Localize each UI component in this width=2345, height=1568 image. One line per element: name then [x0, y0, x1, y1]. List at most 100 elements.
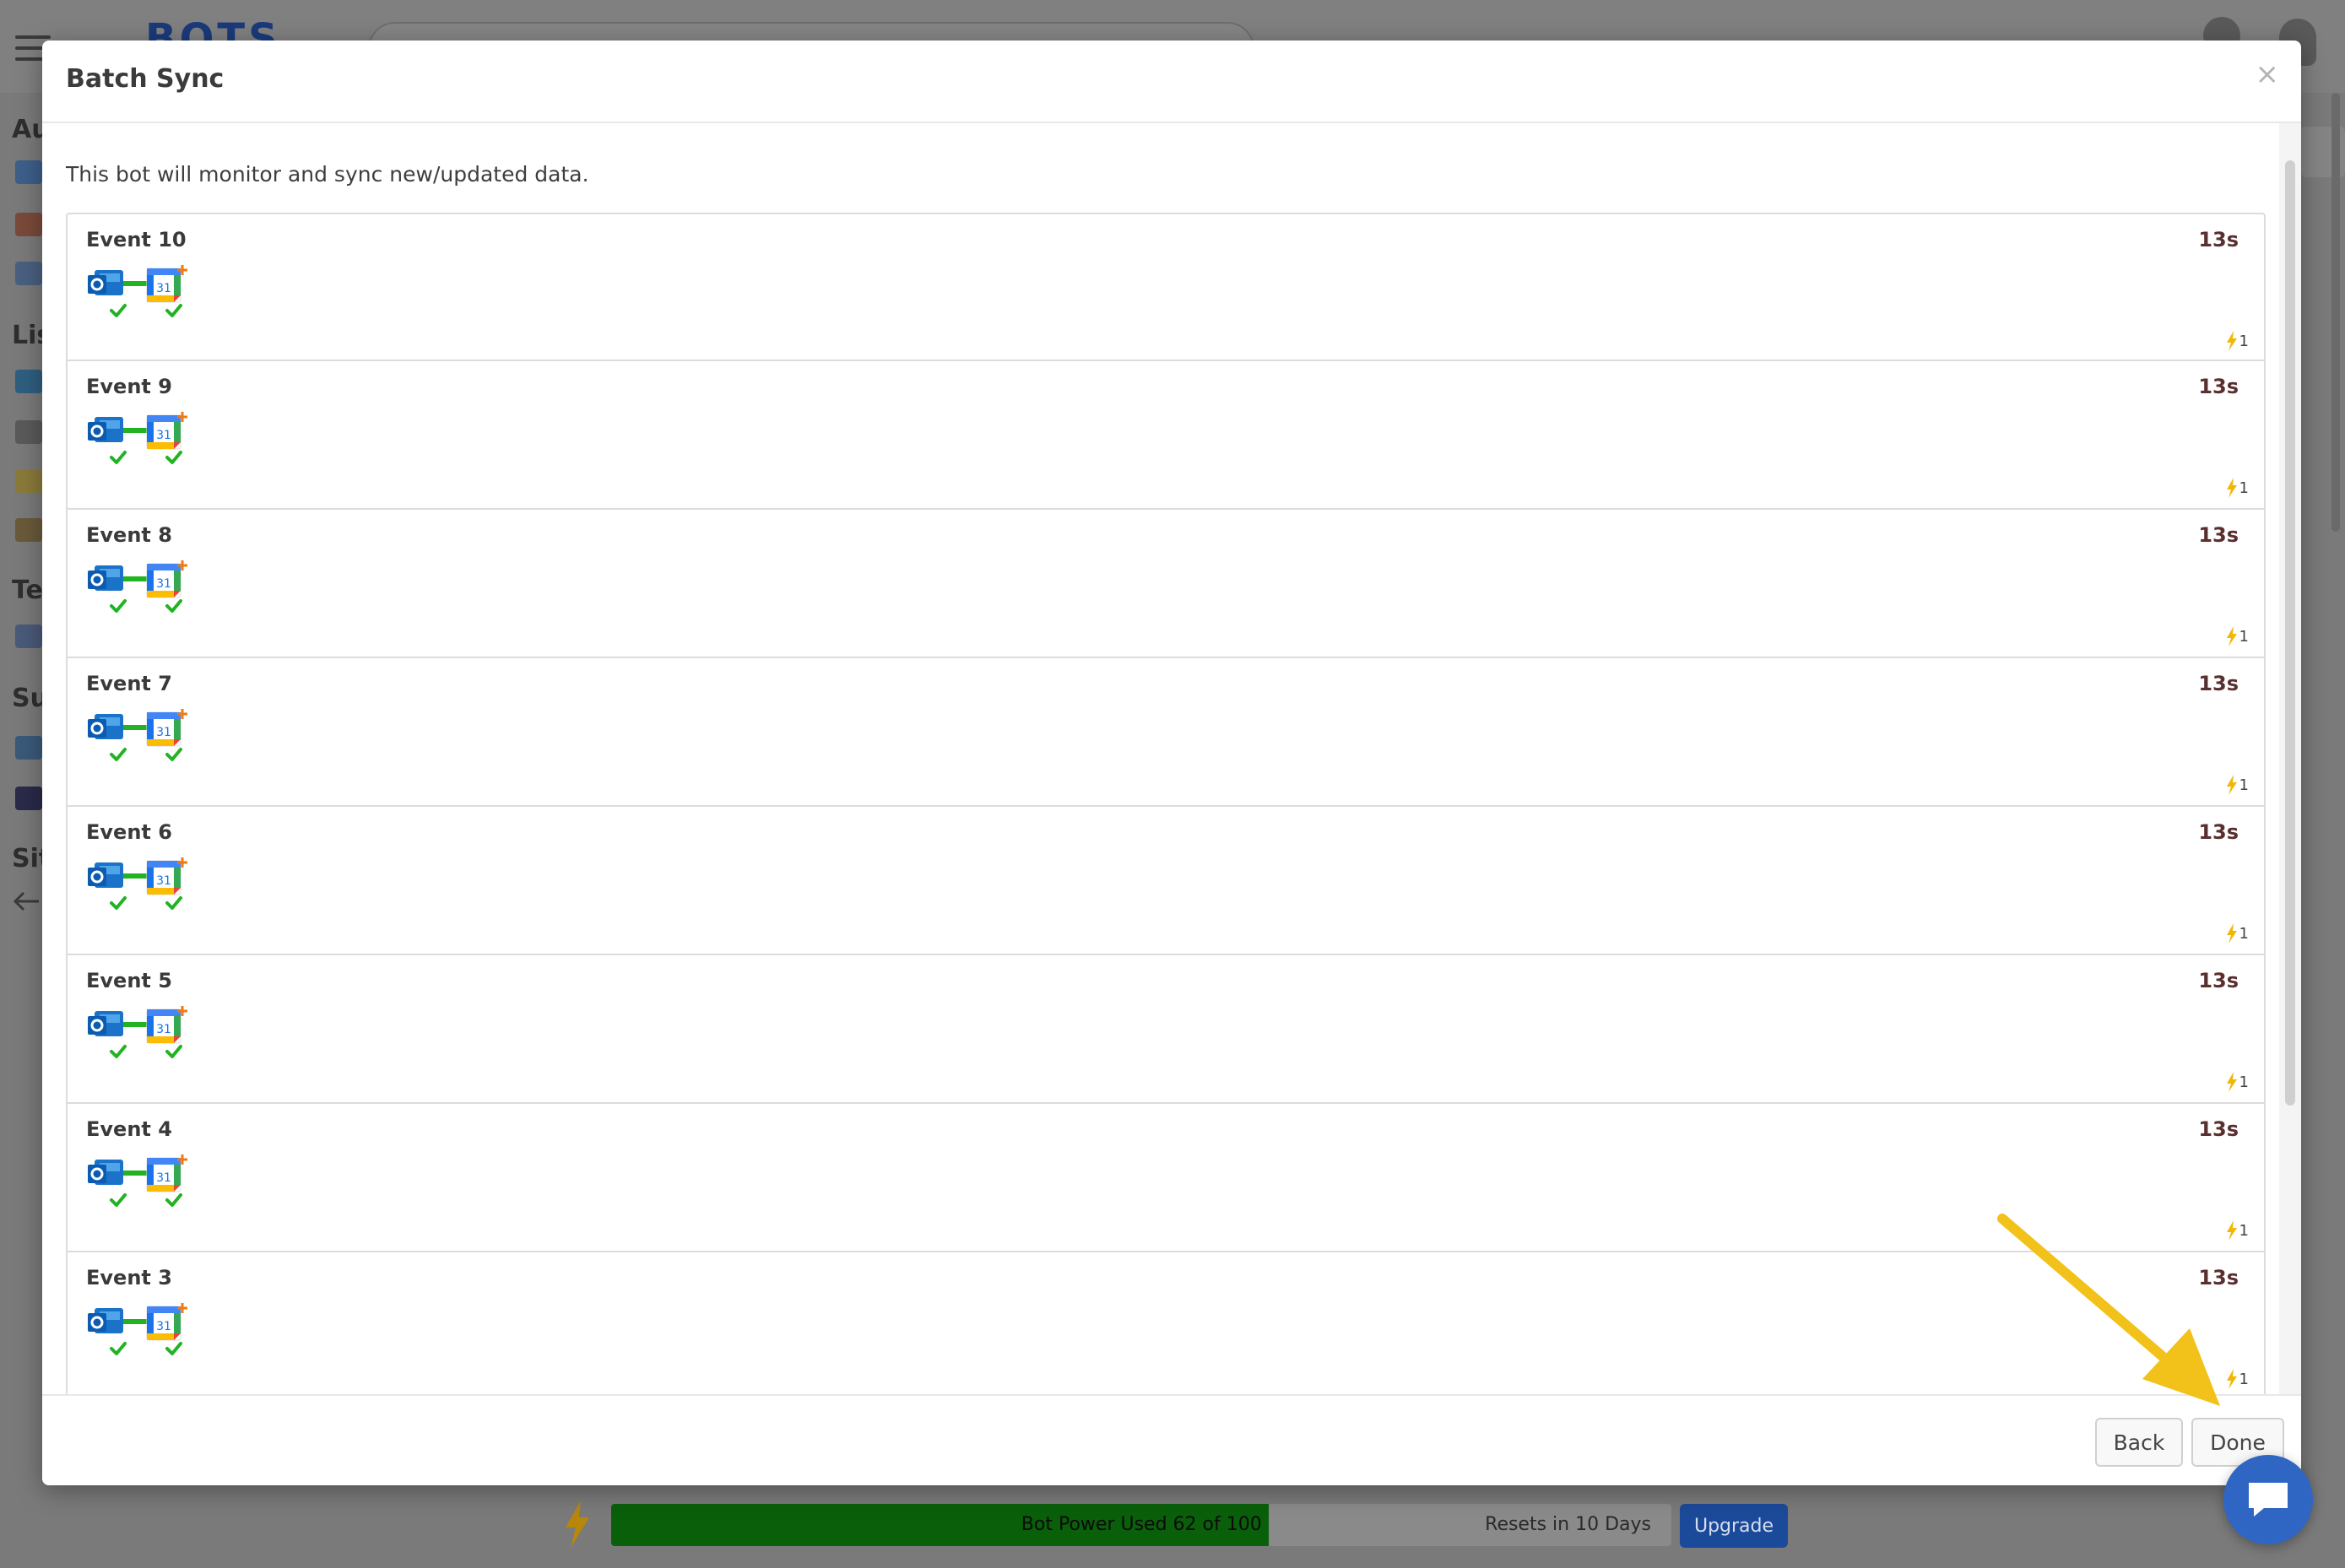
event-row[interactable]: Event 6 13s 31 1: [66, 807, 2266, 955]
chat-icon[interactable]: [15, 624, 42, 648]
sync-flow: 31: [88, 857, 187, 910]
event-row[interactable]: Event 4 13s 31 1: [66, 1104, 2266, 1252]
event-power-number: 1: [2239, 924, 2249, 943]
lightning-icon: [2226, 626, 2237, 646]
outlook-icon: [88, 714, 123, 739]
event-row[interactable]: Event 8 13s 31 1: [66, 510, 2266, 658]
check-icon: [165, 896, 182, 910]
check-icon: [110, 599, 127, 613]
event-name: Event 6: [86, 820, 172, 844]
event-row[interactable]: Event 3 13s 31 1: [66, 1252, 2266, 1394]
check-icon: [165, 1045, 182, 1058]
outlook-icon: [88, 862, 123, 888]
event-duration: 13s: [2198, 523, 2239, 547]
upgrade-button[interactable]: Upgrade: [1680, 1504, 1788, 1548]
check-icon: [110, 748, 127, 761]
sync-flow: 31: [88, 709, 187, 761]
lightning-icon: [2226, 1072, 2237, 1092]
sync-flow: 31: [88, 1303, 187, 1355]
modal-intro-text: This bot will monitor and sync new/updat…: [66, 162, 589, 187]
event-row[interactable]: Event 10 13s 31 1: [66, 213, 2266, 361]
modal-header: Batch Sync ×: [42, 41, 2301, 123]
sync-connector: [123, 1171, 147, 1176]
event-name: Event 10: [86, 228, 187, 251]
tools-icon[interactable]: [15, 420, 42, 444]
back-button[interactable]: Back: [2095, 1418, 2183, 1467]
sync-connector: [123, 725, 147, 730]
page-scrollbar[interactable]: [2331, 93, 2340, 532]
event-name: Event 3: [86, 1266, 172, 1290]
lightning-icon: [2226, 331, 2237, 351]
batch-sync-modal: Batch Sync × This bot will monitor and s…: [42, 41, 2301, 1485]
event-row[interactable]: Event 5 13s 31 1: [66, 955, 2266, 1104]
svg-text:31: 31: [156, 282, 171, 295]
bot-power-progress: Bot Power Used 62 of 100 Resets in 10 Da…: [611, 1504, 1671, 1546]
video-icon[interactable]: [15, 787, 42, 810]
google-calendar-icon: 31: [146, 860, 181, 895]
star-icon[interactable]: [15, 469, 42, 493]
google-calendar-icon: 31: [146, 414, 181, 450]
clipboard-icon[interactable]: [15, 518, 42, 542]
google-calendar-icon: 31: [146, 1008, 181, 1044]
check-icon: [165, 599, 182, 613]
modal-body: This bot will monitor and sync new/updat…: [42, 123, 2301, 1394]
arrow-left-icon[interactable]: [12, 891, 41, 911]
check-icon: [110, 1193, 127, 1207]
event-name: Event 7: [86, 672, 172, 695]
check-icon: [165, 1193, 182, 1207]
bot-power-used-label: Bot Power Used 62 of 100: [1021, 1514, 1262, 1535]
outlook-icon: [88, 1160, 123, 1185]
svg-text:31: 31: [156, 1171, 171, 1185]
event-duration: 13s: [2198, 375, 2239, 398]
chat-icon: [2249, 1483, 2288, 1517]
chat-widget-button[interactable]: [2223, 1455, 2313, 1544]
check-icon: [110, 896, 127, 910]
outlook-icon: [88, 270, 123, 295]
event-power-cost: 1: [2226, 1070, 2249, 1094]
event-row[interactable]: Event 7 13s 31 1: [66, 658, 2266, 807]
check-icon: [165, 451, 182, 464]
event-power-cost: 1: [2226, 329, 2249, 353]
event-power-cost: 1: [2226, 1367, 2249, 1391]
svg-text:31: 31: [156, 577, 171, 591]
event-power-number: 1: [2239, 1073, 2249, 1091]
sync-connector: [123, 281, 147, 286]
calendar-icon[interactable]: [15, 213, 42, 236]
modal-scrollbar-thumb[interactable]: [2285, 160, 2295, 1106]
svg-text:31: 31: [156, 726, 171, 739]
google-calendar-icon: 31: [146, 1157, 181, 1192]
bot-power-progress-fill: Bot Power Used 62 of 100: [611, 1504, 1269, 1546]
event-row[interactable]: Event 9 13s 31 1: [66, 361, 2266, 510]
sync-flow: 31: [88, 560, 187, 613]
sync-icon[interactable]: [15, 262, 42, 285]
sync-connector: [123, 428, 147, 433]
check-icon: [110, 1045, 127, 1058]
close-icon[interactable]: ×: [2256, 57, 2280, 91]
outlook-icon: [88, 565, 123, 591]
event-duration: 13s: [2198, 969, 2239, 992]
sync-connector: [123, 576, 147, 581]
lightning-icon: [566, 1500, 589, 1548]
check-icon: [110, 1342, 127, 1355]
modal-scrollbar[interactable]: [2279, 123, 2301, 1394]
event-power-number: 1: [2239, 479, 2249, 497]
dashboard-icon[interactable]: [15, 160, 42, 184]
lightning-icon: [2226, 923, 2237, 944]
event-name: Event 4: [86, 1117, 172, 1141]
google-calendar-icon: 31: [146, 711, 181, 747]
event-name: Event 8: [86, 523, 172, 547]
event-power-number: 1: [2239, 1370, 2249, 1388]
outlook-icon: [88, 1011, 123, 1036]
google-calendar-icon: 31: [146, 268, 181, 303]
phone-icon[interactable]: [15, 370, 42, 393]
check-icon: [165, 1342, 182, 1355]
google-calendar-icon: 31: [146, 563, 181, 598]
annotation-arrow-icon: [1997, 1214, 2220, 1406]
sync-connector: [123, 873, 147, 879]
svg-text:31: 31: [156, 1023, 171, 1036]
lightning-icon: [2226, 775, 2237, 795]
globe-icon[interactable]: [15, 736, 42, 760]
check-icon: [165, 748, 182, 761]
check-icon: [165, 304, 182, 317]
event-power-cost: 1: [2226, 476, 2249, 500]
